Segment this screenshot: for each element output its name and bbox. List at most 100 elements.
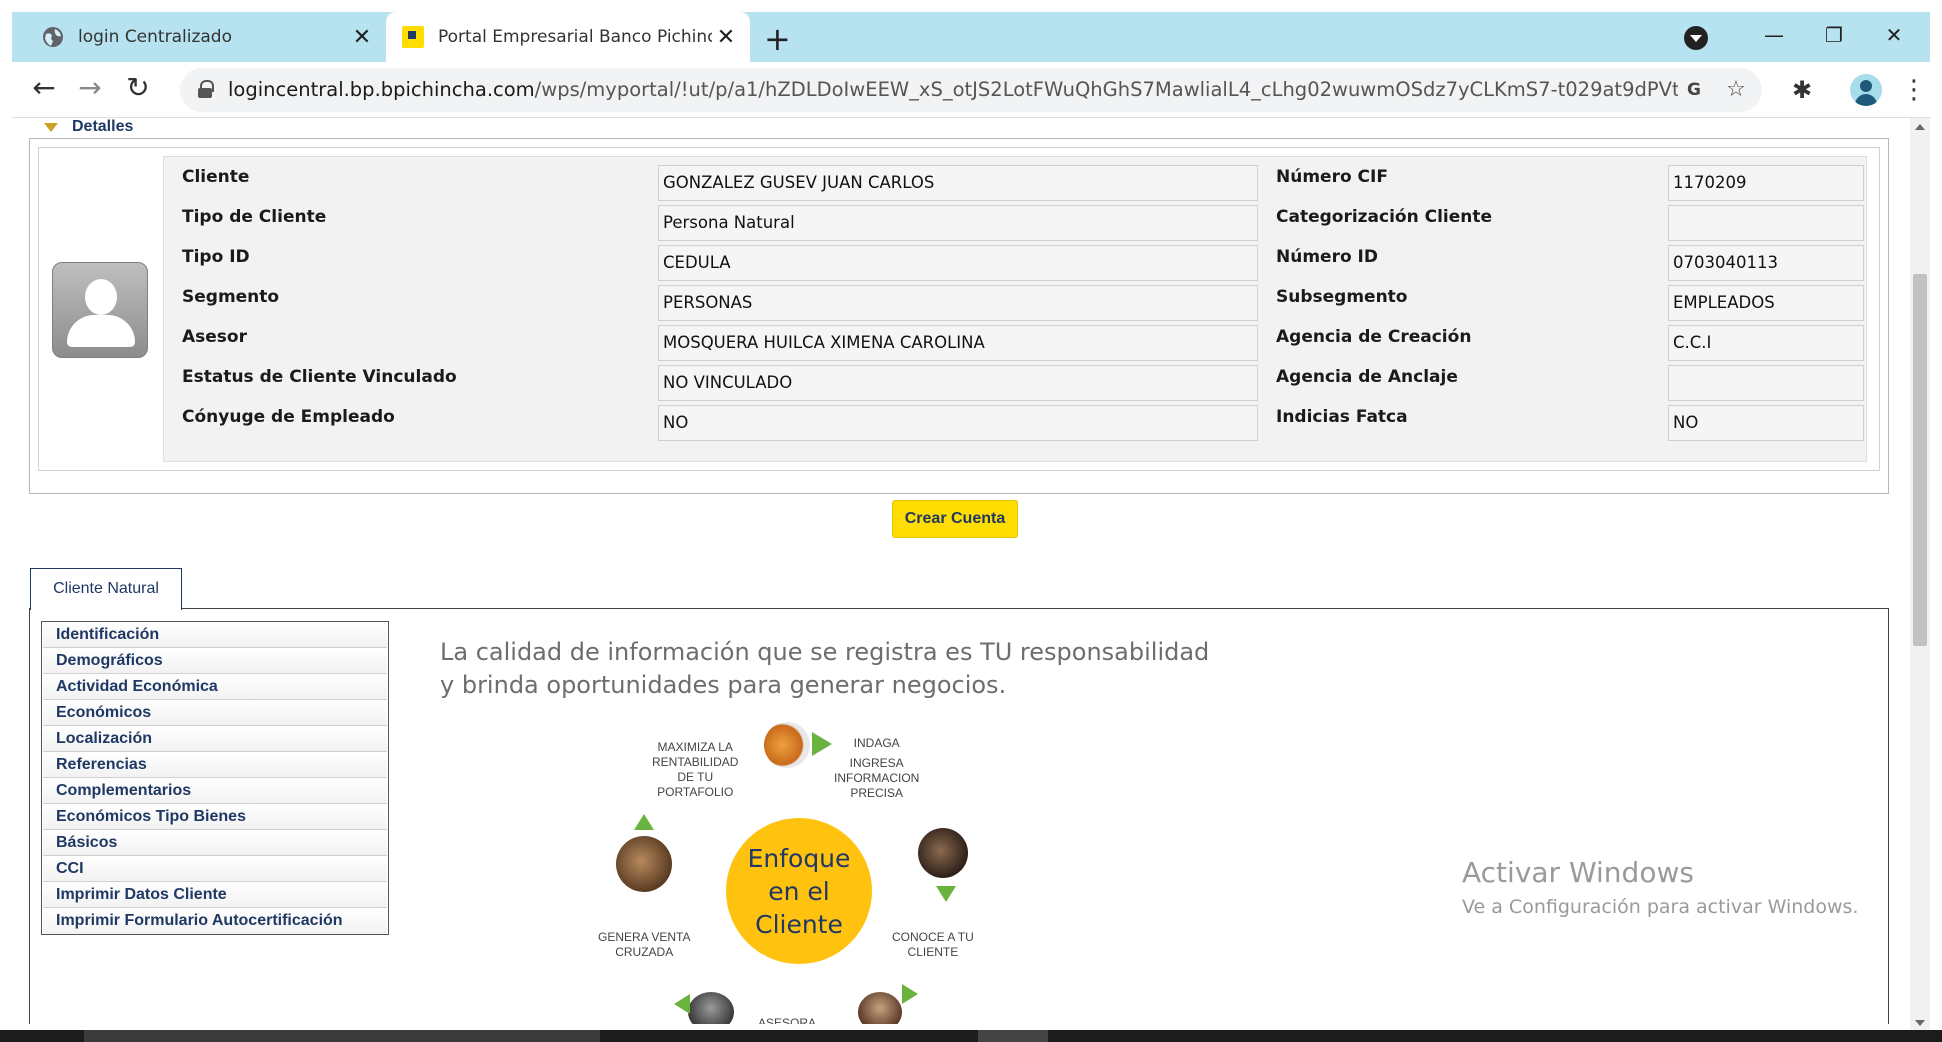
- label-tipo-id: Tipo ID: [182, 247, 250, 267]
- page-content: Detalles Cliente GONZALEZ GUSEV JUAN CAR…: [12, 118, 1930, 1024]
- cycle-arrow-icon: [936, 886, 956, 902]
- url-text[interactable]: logincentral.bp.bpichincha.com/wps/mypor…: [228, 68, 1678, 112]
- bookmark-star-icon[interactable]: ☆: [1722, 76, 1750, 104]
- os-taskbar: [0, 1030, 1942, 1042]
- menu-item-cci[interactable]: CCI: [43, 856, 387, 882]
- crear-cuenta-button[interactable]: Crear Cuenta: [892, 500, 1018, 538]
- windows-activation-title: Activar Windows: [1462, 856, 1694, 889]
- label-subsegmento: Subsegmento: [1276, 287, 1408, 307]
- browser-tab-portal[interactable]: Portal Empresarial Banco Pichincha ✕: [386, 12, 750, 62]
- label-agencia-creacion: Agencia de Creación: [1276, 327, 1472, 347]
- detail-row: Tipo ID CEDULA Número ID 0703040113: [164, 239, 1868, 281]
- cycle-arrow-icon: [634, 814, 654, 830]
- menu-item-localizacion[interactable]: Localización: [43, 726, 387, 752]
- menu-item-imprimir-datos[interactable]: Imprimir Datos Cliente: [43, 882, 387, 908]
- label-indicias-fatca: Indicias Fatca: [1276, 407, 1408, 427]
- value-categorizacion: [1668, 205, 1864, 241]
- scroll-down-arrow-icon[interactable]: [1915, 1020, 1925, 1026]
- value-agencia-anclaje: [1668, 365, 1864, 401]
- label-agencia-anclaje: Agencia de Anclaje: [1276, 367, 1458, 387]
- address-bar[interactable]: logincentral.bp.bpichincha.com/wps/mypor…: [180, 68, 1762, 112]
- profile-avatar-icon[interactable]: [1850, 74, 1882, 106]
- tab-title: login Centralizado: [78, 27, 232, 47]
- menu-item-basicos[interactable]: Básicos: [43, 830, 387, 856]
- browser-toolbar: ← → ↻ logincentral.bp.bpichincha.com/wps…: [12, 62, 1930, 118]
- cycle-photo-genera: [616, 836, 672, 892]
- value-tipo-cliente: Persona Natural: [658, 205, 1258, 241]
- detail-row: Tipo de Cliente Persona Natural Categori…: [164, 199, 1868, 241]
- value-numero-id: 0703040113: [1668, 245, 1864, 281]
- restore-button[interactable]: ❐: [1804, 12, 1864, 62]
- cycle-arrow-icon: [674, 994, 690, 1014]
- detail-row: Segmento PERSONAS Subsegmento EMPLEADOS: [164, 279, 1868, 321]
- menu-item-imprimir-autocertificacion[interactable]: Imprimir Formulario Autocertificación: [43, 908, 387, 934]
- url-path: /wps/myportal/!ut/p/a1/hZDLDoIwEEW_xS_ot…: [534, 78, 1678, 101]
- details-title: Detalles: [72, 118, 134, 135]
- detail-row: Asesor MOSQUERA HUILCA XIMENA CAROLINA A…: [164, 319, 1868, 361]
- client-details-grid: Cliente GONZALEZ GUSEV JUAN CARLOS Númer…: [163, 156, 1867, 462]
- close-window-button[interactable]: ✕: [1864, 12, 1924, 62]
- minimize-button[interactable]: —: [1744, 12, 1804, 62]
- menu-item-demograficos[interactable]: Demográficos: [43, 648, 387, 674]
- value-asesor: MOSQUERA HUILCA XIMENA CAROLINA: [658, 325, 1258, 361]
- translate-icon[interactable]: G: [1680, 76, 1708, 104]
- tab-search-icon[interactable]: [1684, 26, 1708, 50]
- cycle-photo-asesora: [688, 992, 734, 1024]
- label-tipo-cliente: Tipo de Cliente: [182, 207, 327, 227]
- back-icon[interactable]: ←: [26, 70, 62, 106]
- extensions-icon[interactable]: ✱: [1786, 74, 1818, 106]
- detail-row: Cliente GONZALEZ GUSEV JUAN CARLOS Númer…: [164, 159, 1868, 201]
- client-photo-placeholder-icon: [52, 262, 148, 358]
- url-domain: logincentral.bp.bpichincha.com: [228, 78, 535, 101]
- banner-line-1: La calidad de información que se registr…: [440, 638, 1210, 666]
- close-tab-icon[interactable]: ✕: [712, 25, 740, 50]
- label-segmento: Segmento: [182, 287, 280, 307]
- label-numero-cif: Número CIF: [1276, 167, 1388, 187]
- value-estatus-vinculado: NO VINCULADO: [658, 365, 1258, 401]
- banco-pichincha-favicon-icon: [402, 26, 424, 48]
- menu-item-identificacion[interactable]: Identificación: [43, 622, 387, 648]
- cycle-arrow-icon: [812, 732, 832, 756]
- tab-title: Portal Empresarial Banco Pichincha: [438, 27, 712, 47]
- banner-line-2: y brinda oportunidades para generar nego…: [440, 671, 1007, 699]
- scrollbar-thumb[interactable]: [1913, 274, 1927, 646]
- cycle-photo-maximiza: [764, 722, 810, 768]
- label-asesor: Asesor: [182, 327, 247, 347]
- detail-row: Estatus de Cliente Vinculado NO VINCULAD…: [164, 359, 1868, 401]
- detail-row: Cónyuge de Empleado NO Indicias Fatca NO: [164, 399, 1868, 441]
- client-details-panel: Cliente GONZALEZ GUSEV JUAN CARLOS Númer…: [29, 138, 1889, 494]
- menu-item-actividad-economica[interactable]: Actividad Económica: [43, 674, 387, 700]
- tab-cliente-natural[interactable]: Cliente Natural: [30, 568, 182, 610]
- enfoque-cliente-circle: Enfoque en el Cliente: [726, 818, 872, 964]
- value-tipo-id: CEDULA: [658, 245, 1258, 281]
- new-tab-button[interactable]: +: [764, 20, 791, 58]
- cycle-label-conoce: CONOCE A TU CLIENTE: [892, 930, 974, 959]
- page-scrollbar[interactable]: [1910, 118, 1930, 1032]
- windows-activation-subtitle: Ve a Configuración para activar Windows.: [1462, 896, 1859, 918]
- details-section-header[interactable]: Detalles: [44, 118, 133, 136]
- scroll-up-arrow-icon[interactable]: [1915, 124, 1925, 130]
- reload-icon[interactable]: ↻: [120, 70, 156, 106]
- forward-icon[interactable]: →: [72, 70, 108, 106]
- label-categorizacion: Categorización Cliente: [1276, 207, 1493, 227]
- collapse-triangle-icon[interactable]: [44, 122, 58, 132]
- browser-menu-icon[interactable]: ⋮: [1898, 74, 1930, 106]
- label-estatus-vinculado: Estatus de Cliente Vinculado: [182, 367, 457, 387]
- value-indicias-fatca: NO: [1668, 405, 1864, 441]
- menu-item-economicos[interactable]: Económicos: [43, 700, 387, 726]
- menu-item-referencias[interactable]: Referencias: [43, 752, 387, 778]
- cycle-label-asesora: ASESORA: [758, 1016, 817, 1024]
- menu-item-economicos-tipo-bienes[interactable]: Económicos Tipo Bienes: [43, 804, 387, 830]
- label-cliente: Cliente: [182, 167, 250, 187]
- close-tab-icon[interactable]: ✕: [348, 25, 376, 50]
- client-details-inner: Cliente GONZALEZ GUSEV JUAN CARLOS Númer…: [38, 147, 1880, 471]
- value-agencia-creacion: C.C.I: [1668, 325, 1864, 361]
- lock-icon[interactable]: [198, 80, 214, 98]
- browser-tab-strip: login Centralizado ✕ Portal Empresarial …: [12, 12, 1930, 62]
- cycle-label-maximiza: MAXIMIZA LA RENTABILIDAD DE TU PORTAFOLIO: [652, 740, 739, 799]
- browser-tab-login[interactable]: login Centralizado ✕: [26, 12, 386, 62]
- cycle-photo-conoce: [918, 828, 968, 878]
- menu-item-complementarios[interactable]: Complementarios: [43, 778, 387, 804]
- cycle-arrow-icon: [902, 984, 918, 1004]
- value-subsegmento: EMPLEADOS: [1668, 285, 1864, 321]
